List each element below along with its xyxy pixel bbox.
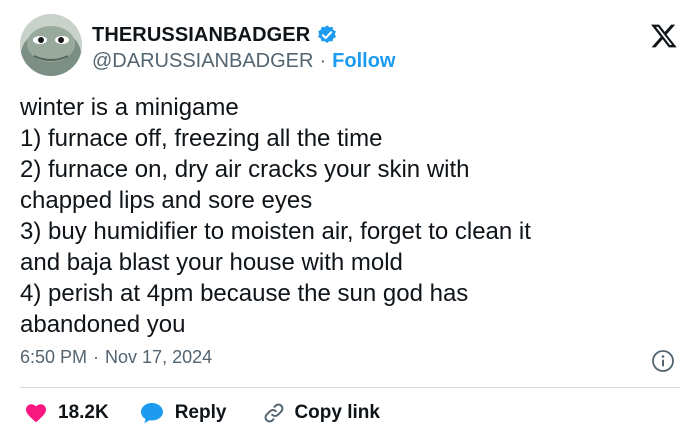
tweet-time: 6:50 PM: [20, 347, 88, 367]
reply-label: Reply: [174, 402, 227, 423]
heart-icon: [24, 401, 48, 425]
x-logo-icon[interactable]: [650, 22, 678, 50]
tweet-line: winter is a minigame: [20, 94, 239, 121]
verified-badge-icon: [316, 24, 338, 46]
info-icon[interactable]: [651, 349, 675, 373]
link-icon: [262, 401, 286, 425]
actions-divider: [20, 387, 680, 388]
tweet-line: 1) furnace off, freezing all the time: [20, 125, 383, 152]
tweet-line: 3) buy humidifier to moisten air, forget…: [20, 218, 531, 245]
author-name-row: THERUSSIANBADGER: [92, 22, 338, 48]
author-handle-row: @DARUSSIANBADGER · Follow: [92, 49, 395, 73]
avatar[interactable]: [20, 14, 82, 76]
tweet-text: winter is a minigame 1) furnace off, fre…: [20, 92, 680, 340]
tweet-line: and baja blast your house with mold: [20, 249, 403, 276]
author-display-name[interactable]: THERUSSIANBADGER: [92, 24, 310, 47]
timestamp-separator: ·: [93, 347, 100, 367]
copy-link-label: Copy link: [294, 402, 380, 423]
copy-link-button[interactable]: Copy link: [262, 401, 380, 425]
tweet-actions: 18.2K Reply Copy link: [24, 398, 380, 428]
handle-separator: ·: [319, 49, 327, 72]
reply-button[interactable]: Reply: [139, 401, 227, 425]
tweet-timestamp[interactable]: 6:50 PM · Nov 17, 2024: [20, 347, 212, 368]
tweet-line: 4) perish at 4pm because the sun god has: [20, 280, 469, 307]
tweet-line: chapped lips and sore eyes: [20, 187, 313, 214]
tweet-line: 2) furnace on, dry air cracks your skin …: [20, 156, 470, 183]
like-count: 18.2K: [58, 402, 109, 423]
like-button[interactable]: 18.2K: [24, 401, 109, 425]
tweet-line: abandoned you: [20, 311, 186, 338]
author-handle[interactable]: @DARUSSIANBADGER: [92, 50, 313, 73]
reply-bubble-icon: [139, 401, 165, 425]
tweet-date: Nov 17, 2024: [105, 347, 213, 367]
follow-button[interactable]: Follow: [332, 50, 395, 73]
